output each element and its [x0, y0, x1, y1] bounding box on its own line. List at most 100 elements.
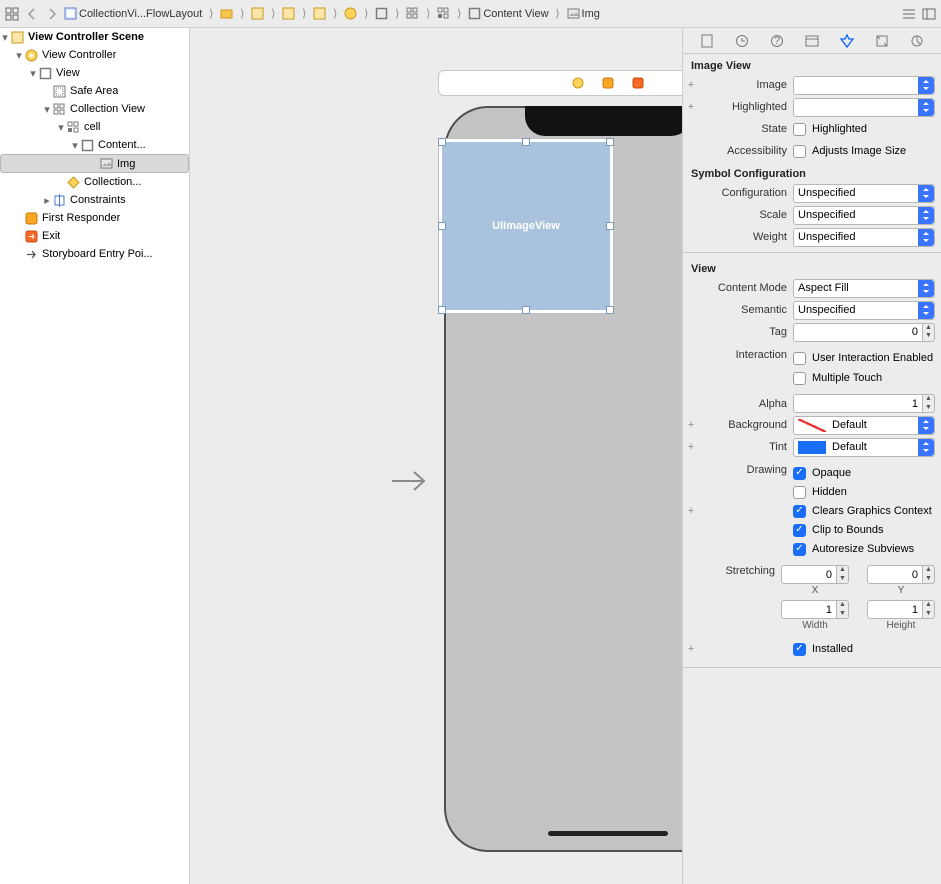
tag-input[interactable]	[793, 323, 923, 342]
stretch-x-input[interactable]	[781, 565, 837, 584]
dock-vc-icon[interactable]	[572, 77, 584, 89]
outline-img[interactable]: Img	[0, 154, 189, 173]
related-items-icon[interactable]	[4, 6, 20, 22]
symbol-scale-select[interactable]: Unspecified	[793, 206, 935, 225]
attributes-inspector-icon[interactable]	[839, 33, 855, 49]
autoresize-checkbox[interactable]	[793, 543, 806, 556]
add-icon[interactable]: +	[685, 441, 697, 453]
image-select[interactable]	[793, 76, 935, 95]
disclosure-triangle-icon[interactable]: ▾	[42, 103, 52, 116]
stepper-icon[interactable]: ▲▼	[837, 565, 849, 584]
disclosure-triangle-icon[interactable]: ▸	[42, 194, 52, 207]
state-highlighted-checkbox[interactable]	[793, 123, 806, 136]
resize-handle[interactable]	[522, 306, 530, 314]
dropdown-icon	[918, 207, 934, 224]
stepper-icon[interactable]: ▲▼	[923, 565, 935, 584]
crumb-img[interactable]: Img	[567, 7, 600, 20]
crumb-img-label: Img	[582, 8, 600, 20]
forward-icon[interactable]	[44, 6, 60, 22]
tint-select[interactable]: Default	[793, 438, 935, 457]
resize-handle[interactable]	[606, 306, 614, 314]
accessibility-adjusts-checkbox[interactable]	[793, 145, 806, 158]
resize-handle[interactable]	[438, 222, 446, 230]
semantic-select[interactable]: Unspecified	[793, 301, 935, 320]
collectionview-cell[interactable]: UIImageView	[438, 138, 614, 314]
outline-safearea[interactable]: Safe Area	[0, 82, 189, 100]
installed-checkbox[interactable]	[793, 643, 806, 656]
disclosure-triangle-icon[interactable]: ▾	[56, 121, 66, 134]
identity-inspector-icon[interactable]	[804, 33, 820, 49]
ib-canvas[interactable]: UIImageView	[190, 28, 683, 884]
highlighted-select[interactable]	[793, 98, 935, 117]
scene-folder-icon[interactable]	[220, 7, 233, 20]
outline-cell[interactable]: ▾cell	[0, 118, 189, 136]
outline-contentview[interactable]: ▾Content...	[0, 136, 189, 154]
background-select[interactable]: Default	[793, 416, 935, 435]
cell-icon[interactable]	[437, 7, 450, 20]
inspector-panel: ? Image View +Image +Highlighted +State …	[683, 28, 941, 884]
opaque-checkbox[interactable]	[793, 467, 806, 480]
clears-gc-checkbox[interactable]	[793, 505, 806, 518]
dock-firstresponder-icon[interactable]	[602, 77, 614, 89]
help-inspector-icon[interactable]: ?	[769, 33, 785, 49]
stretch-w-input[interactable]	[781, 600, 837, 619]
vc-icon[interactable]	[282, 7, 295, 20]
outline-collection-layout[interactable]: Collection...	[0, 173, 189, 191]
resize-handle[interactable]	[522, 138, 530, 146]
uiimageview[interactable]: UIImageView	[442, 142, 610, 310]
resize-handle[interactable]	[606, 138, 614, 146]
disclosure-triangle-icon[interactable]: ▾	[28, 67, 38, 80]
outline-entrypoint[interactable]: Storyboard Entry Poi...	[0, 245, 189, 263]
document-outline[interactable]: ▾ View Controller Scene ▾View Controller…	[0, 28, 190, 884]
crumb-storyboard[interactable]: CollectionVi...FlowLayout	[64, 7, 202, 20]
outline-constraints[interactable]: ▸Constraints	[0, 191, 189, 209]
stepper-icon[interactable]: ▲▼	[923, 323, 935, 342]
vc-circle-icon[interactable]	[344, 7, 357, 20]
stepper-icon[interactable]: ▲▼	[837, 600, 849, 619]
crumb-contentview[interactable]: Content View	[468, 7, 548, 20]
alpha-input[interactable]	[793, 394, 923, 413]
view-icon[interactable]	[313, 7, 326, 20]
outline-firstresponder[interactable]: First Responder	[0, 209, 189, 227]
hidden-checkbox[interactable]	[793, 486, 806, 499]
clip-bounds-checkbox[interactable]	[793, 524, 806, 537]
add-icon[interactable]: +	[685, 419, 697, 431]
resize-handle[interactable]	[438, 306, 446, 314]
back-icon[interactable]	[24, 6, 40, 22]
dock-exit-icon[interactable]	[632, 77, 644, 89]
resize-handle[interactable]	[606, 222, 614, 230]
outline-viewcontroller[interactable]: ▾View Controller	[0, 46, 189, 64]
size-inspector-icon[interactable]	[874, 33, 890, 49]
collectionview-icon[interactable]	[406, 7, 419, 20]
stepper-icon[interactable]: ▲▼	[923, 600, 935, 619]
adjust-editor-icon[interactable]	[921, 6, 937, 22]
connections-inspector-icon[interactable]	[909, 33, 925, 49]
entry-arrow-icon[interactable]	[390, 468, 430, 494]
stretch-h-input[interactable]	[867, 600, 923, 619]
outline-toggle-icon[interactable]	[901, 6, 917, 22]
add-icon[interactable]: +	[685, 643, 697, 655]
symbol-weight-select[interactable]: Unspecified	[793, 228, 935, 247]
scene-dock[interactable]	[438, 70, 683, 96]
resize-handle[interactable]	[438, 138, 446, 146]
history-inspector-icon[interactable]	[734, 33, 750, 49]
disclosure-triangle-icon[interactable]: ▾	[14, 49, 24, 62]
outline-collectionview[interactable]: ▾Collection View	[0, 100, 189, 118]
disclosure-triangle-icon[interactable]: ▾	[0, 31, 10, 44]
user-interaction-checkbox[interactable]	[793, 352, 806, 365]
stretch-y-input[interactable]	[867, 565, 923, 584]
add-icon[interactable]: +	[685, 505, 697, 517]
outline-exit[interactable]: Exit	[0, 227, 189, 245]
scene-header[interactable]: ▾ View Controller Scene	[0, 28, 189, 46]
file-inspector-icon[interactable]	[699, 33, 715, 49]
scene-icon[interactable]	[251, 7, 264, 20]
contentmode-select[interactable]: Aspect Fill	[793, 279, 935, 298]
multiple-touch-checkbox[interactable]	[793, 372, 806, 385]
symbol-config-select[interactable]: Unspecified	[793, 184, 935, 203]
disclosure-triangle-icon[interactable]: ▾	[70, 139, 80, 152]
add-icon[interactable]: +	[685, 79, 697, 91]
add-icon[interactable]: +	[685, 101, 697, 113]
view-square-icon[interactable]	[375, 7, 388, 20]
outline-view[interactable]: ▾View	[0, 64, 189, 82]
stepper-icon[interactable]: ▲▼	[923, 394, 935, 413]
